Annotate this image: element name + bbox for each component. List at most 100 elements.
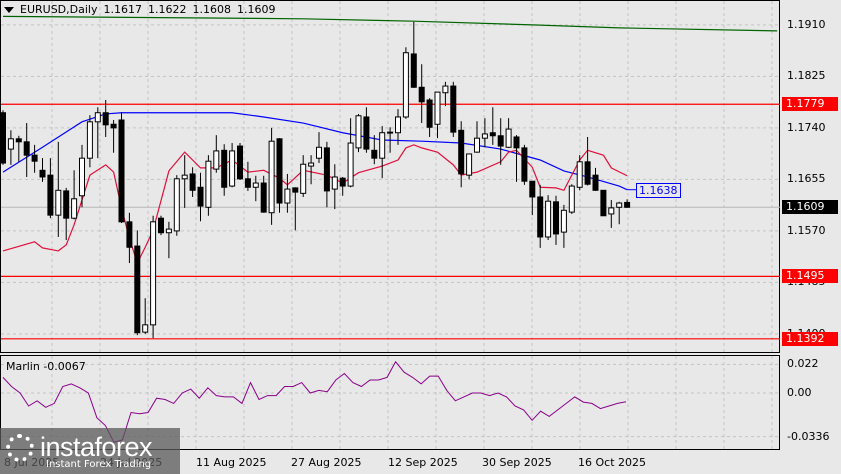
candle <box>331 164 338 210</box>
candle-body <box>213 150 220 170</box>
candle <box>39 158 46 182</box>
candle-body <box>252 182 259 188</box>
candle <box>150 215 157 339</box>
candle <box>624 199 631 208</box>
candle-body <box>553 201 559 235</box>
candle <box>418 64 425 124</box>
ohlc-close: 1.1609 <box>236 3 276 16</box>
candle-body <box>576 161 583 188</box>
candle <box>126 212 133 264</box>
candle-body <box>205 160 212 208</box>
candle-body <box>110 123 117 129</box>
candle <box>371 135 378 165</box>
marlin-axis-label: 0.00 <box>787 386 812 399</box>
candle <box>244 161 251 191</box>
candle <box>23 123 30 177</box>
watermark-tagline: Instant Forex Trading <box>46 459 152 470</box>
candle <box>260 175 267 213</box>
candle <box>31 144 38 173</box>
candle-body <box>31 154 38 162</box>
level-price-tag: 1.1779 <box>782 97 838 112</box>
candle-body <box>316 146 322 159</box>
candle <box>181 155 188 208</box>
candle-body <box>165 228 172 234</box>
candle-body <box>560 209 567 233</box>
candle-body <box>229 150 236 187</box>
date-axis-label: 30 Sep 2025 <box>482 456 552 469</box>
candle <box>268 127 275 225</box>
candle <box>529 180 536 216</box>
candle-body <box>221 149 228 188</box>
candle-body <box>237 145 243 180</box>
candle <box>560 204 567 248</box>
candle <box>450 81 457 137</box>
date-axis-label: 27 Aug 2025 <box>291 456 362 469</box>
candle-body <box>450 85 457 133</box>
candle-body <box>142 324 149 333</box>
candle <box>395 109 401 145</box>
candle <box>474 121 480 153</box>
candle-body <box>55 189 62 216</box>
candle-body <box>545 200 552 238</box>
candle <box>94 107 101 159</box>
candle <box>339 176 346 196</box>
candle-body <box>284 188 291 204</box>
candle-body <box>379 132 386 159</box>
candle <box>47 158 54 219</box>
candle-body <box>481 133 488 139</box>
instaforex-watermark: instaforex Instant Forex Trading <box>0 428 180 474</box>
candle-body <box>371 149 378 159</box>
marlin-axis-label: -0.0336 <box>787 429 830 443</box>
candle <box>102 99 109 137</box>
candle <box>292 187 299 231</box>
candle <box>165 221 172 259</box>
candle <box>237 143 243 180</box>
candle-body <box>15 138 22 143</box>
candle <box>0 110 6 165</box>
candle <box>442 81 449 107</box>
candle-body <box>71 198 78 219</box>
candle-body <box>63 190 70 219</box>
collapse-triangle-icon[interactable] <box>4 6 14 13</box>
candle <box>197 172 204 222</box>
price-axis-label: 1.1740 <box>787 120 826 134</box>
candle-body <box>426 99 433 128</box>
candle-body <box>600 189 607 217</box>
candle-body <box>244 178 251 188</box>
candle-body <box>434 91 441 125</box>
ohlc-open: 1.1617 <box>103 3 142 16</box>
symbol-label: EURUSD,Daily <box>20 3 98 16</box>
candle <box>276 138 283 213</box>
date-axis-label: 11 Aug 2025 <box>196 456 267 469</box>
candle-body <box>300 163 307 194</box>
candle-body <box>331 176 338 190</box>
candle-body <box>521 147 528 182</box>
candle-body <box>363 116 370 150</box>
candle <box>513 135 520 182</box>
candle-body <box>608 207 615 215</box>
candle <box>79 144 85 208</box>
candle <box>110 119 117 153</box>
price-chart[interactable] <box>0 0 841 474</box>
candle-body <box>466 153 473 176</box>
candle-body <box>505 128 512 148</box>
candle <box>323 141 330 208</box>
ma-red-line <box>2 144 628 265</box>
candle <box>355 113 362 153</box>
candle <box>434 91 441 139</box>
date-axis-label: 12 Sep 2025 <box>388 456 458 469</box>
candle <box>505 118 512 148</box>
candle <box>63 187 70 240</box>
candle <box>616 201 623 225</box>
candle-body <box>513 136 520 149</box>
candle <box>300 155 307 197</box>
candle <box>158 215 164 236</box>
candle-body <box>260 182 267 213</box>
candle-body <box>292 187 299 193</box>
candle-body <box>402 52 409 118</box>
candle-body <box>39 169 46 178</box>
candle <box>608 199 615 228</box>
marlin-indicator-label: Marlin -0.0067 <box>6 360 86 373</box>
candle-body <box>150 221 157 326</box>
main-panel-border <box>0 0 780 353</box>
